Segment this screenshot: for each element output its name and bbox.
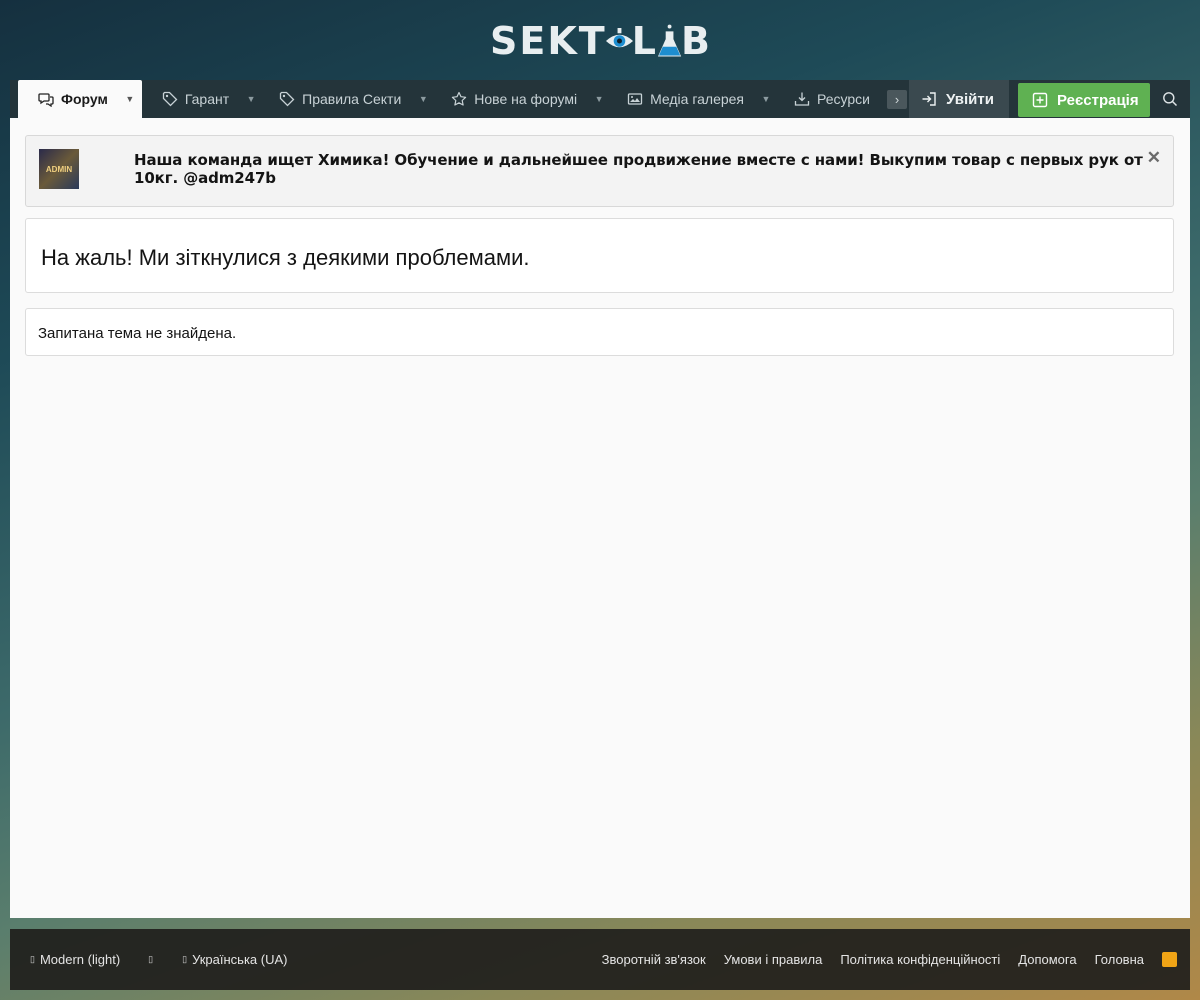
footer-link-home[interactable]: Головна bbox=[1095, 952, 1144, 967]
globe-icon: ▯ bbox=[182, 954, 188, 964]
tab-rules-label: Правила Секти bbox=[302, 91, 402, 107]
register-label: Реєстрація bbox=[1057, 91, 1139, 109]
eye-icon bbox=[605, 28, 633, 48]
search-icon bbox=[1163, 92, 1178, 107]
register-button[interactable]: Реєстрація bbox=[1018, 83, 1150, 117]
tab-rules[interactable]: Правила Секти ▼ bbox=[259, 80, 431, 118]
footer-link-terms[interactable]: Умови і правила bbox=[724, 952, 823, 967]
logo-text-right: B bbox=[681, 19, 712, 63]
plus-square-icon bbox=[1032, 92, 1048, 108]
chevron-down-icon[interactable]: ▼ bbox=[243, 94, 259, 104]
main-content: ADMIN Наша команда ищет Химика! Обучение… bbox=[10, 118, 1190, 918]
flask-icon bbox=[657, 24, 682, 57]
site-logo[interactable]: SEKT L B bbox=[490, 18, 712, 64]
tag-icon bbox=[162, 91, 178, 107]
rss-icon[interactable] bbox=[1162, 952, 1177, 967]
error-message-block: Запитана тема не знайдена. bbox=[25, 308, 1174, 356]
tab-whats-new[interactable]: Нове на форумі ▼ bbox=[431, 80, 607, 118]
tab-media-label: Медіа галерея bbox=[650, 91, 745, 107]
page-title: На жаль! Ми зіткнулися з деякими проблем… bbox=[41, 245, 530, 270]
chevron-down-icon[interactable]: ▼ bbox=[758, 94, 774, 104]
moon-icon[interactable]: ▯ bbox=[148, 954, 153, 965]
chevron-down-icon[interactable]: ▼ bbox=[591, 94, 607, 104]
footer-link-help[interactable]: Допомога bbox=[1018, 952, 1076, 967]
tab-guarantor-label: Гарант bbox=[184, 91, 230, 107]
login-label: Увійти bbox=[946, 90, 994, 108]
chevron-down-icon[interactable]: ▼ bbox=[415, 94, 431, 104]
tab-guarantor[interactable]: Гарант ▼ bbox=[142, 80, 259, 118]
logo-text-left: SEKT bbox=[490, 19, 607, 63]
star-icon bbox=[451, 91, 467, 107]
footer-link-contact[interactable]: Зворотній зв'язок bbox=[602, 952, 706, 967]
download-icon bbox=[794, 91, 810, 107]
tab-forum-label: Форум bbox=[61, 91, 108, 107]
avatar: ADMIN bbox=[39, 149, 79, 189]
tab-forum[interactable]: Форум ▼ bbox=[18, 80, 142, 118]
account-actions: Увійти Реєстрація bbox=[909, 80, 1190, 118]
notice-text: Наша команда ищет Химика! Обучение и дал… bbox=[134, 151, 1143, 187]
tag-icon bbox=[279, 91, 295, 107]
close-icon[interactable]: ✕ bbox=[1147, 148, 1161, 168]
main-navigation: Форум ▼ Гарант ▼ Правила Секти ▼ Нове на… bbox=[10, 80, 1190, 119]
tab-resources-label: Ресурси bbox=[817, 91, 870, 107]
logo-text-l: L bbox=[631, 19, 658, 63]
footer: ▯ Modern (light) ▯ ▯ Українська (UA) Зво… bbox=[10, 929, 1190, 990]
error-message: Запитана тема не знайдена. bbox=[38, 325, 237, 342]
notice-banner: ADMIN Наша команда ищет Химика! Обучение… bbox=[25, 135, 1174, 207]
paint-brush-icon: ▯ bbox=[30, 954, 35, 964]
login-button[interactable]: Увійти bbox=[909, 80, 1009, 118]
nav-tabs: Форум ▼ Гарант ▼ Правила Секти ▼ Нове на… bbox=[10, 80, 907, 118]
tab-whats-new-label: Нове на форумі bbox=[474, 91, 578, 107]
sign-in-icon bbox=[921, 91, 937, 107]
forum-icon bbox=[38, 91, 54, 107]
language-chooser[interactable]: Українська (UA) bbox=[192, 952, 287, 967]
search-button[interactable] bbox=[1150, 80, 1190, 118]
footer-left: ▯ Modern (light) ▯ ▯ Українська (UA) bbox=[30, 952, 287, 967]
chevron-down-icon[interactable]: ▼ bbox=[122, 94, 138, 104]
image-icon bbox=[627, 91, 643, 107]
footer-link-privacy[interactable]: Політика конфіденційності bbox=[840, 952, 1000, 967]
error-title-block: На жаль! Ми зіткнулися з деякими проблем… bbox=[25, 218, 1174, 293]
footer-links: Зворотній зв'язок Умови і правила Політи… bbox=[584, 952, 1177, 967]
style-chooser[interactable]: Modern (light) bbox=[40, 952, 120, 967]
tab-media[interactable]: Медіа галерея ▼ bbox=[607, 80, 774, 118]
chevron-right-icon[interactable]: › bbox=[887, 90, 907, 109]
